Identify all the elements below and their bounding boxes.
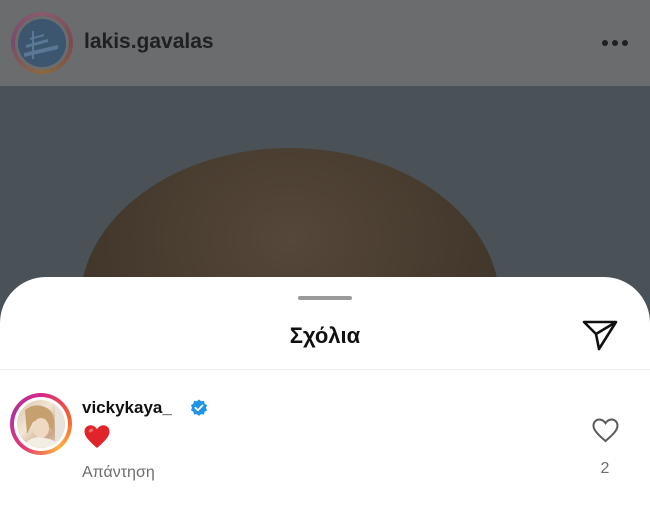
post-author-username[interactable]: lakis.gavalas [84,30,214,54]
commenter-username[interactable]: vickykaya_ [82,398,172,418]
sheet-drag-handle[interactable] [298,296,352,300]
send-icon[interactable] [582,319,618,351]
more-options-icon[interactable] [600,38,630,48]
post-author-avatar-image [18,19,66,67]
post-author-avatar[interactable] [11,12,73,74]
sheet-title: Σχόλια [289,323,361,348]
like-heart-icon[interactable] [592,418,619,443]
verified-badge-icon [190,399,208,416]
flag-graphic-icon [18,19,66,67]
comments-sheet: Σχόλια vickykaya_ Απάντηση 2 [0,277,650,517]
commenter-avatar-image [17,400,65,448]
commenter-avatar[interactable] [10,393,72,455]
like-count: 2 [600,460,610,477]
divider [0,369,650,370]
comment-text-heart-emoji [84,425,110,448]
reply-button[interactable]: Απάντηση [82,464,155,482]
post-header: lakis.gavalas [0,0,650,86]
